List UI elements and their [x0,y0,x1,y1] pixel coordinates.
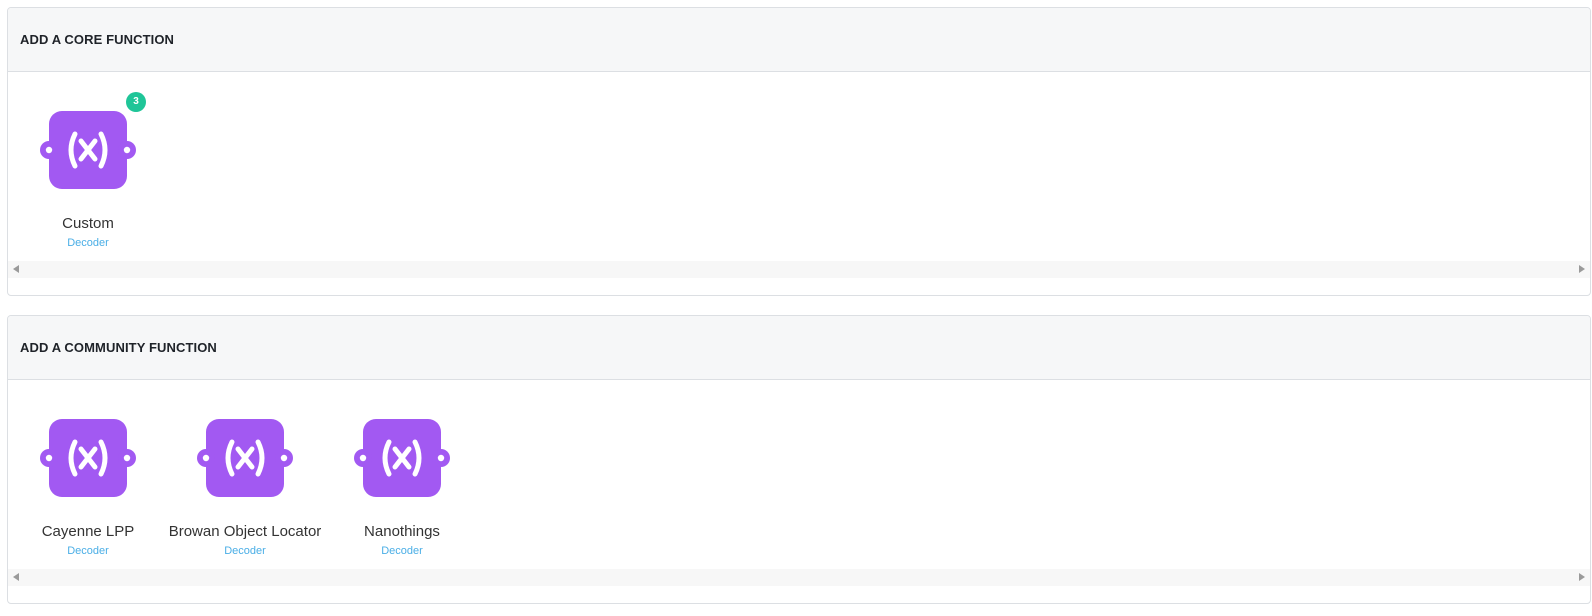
function-name: Custom [62,215,114,232]
horizontal-scrollbar[interactable] [8,569,1590,586]
community-function-panel: ADD A COMMUNITY FUNCTION Cayenne LPP Dec… [7,315,1591,604]
function-x-icon[interactable] [197,418,293,498]
function-name: Browan Object Locator [168,523,322,540]
scroll-left-arrow-icon[interactable] [13,265,19,273]
function-x-icon[interactable] [354,418,450,498]
core-function-header: ADD A CORE FUNCTION [8,8,1590,72]
community-function-header: ADD A COMMUNITY FUNCTION [8,316,1590,380]
core-function-list: 3 Custom Decoder [8,72,1590,278]
function-tile-browan-object-locator[interactable]: Browan Object Locator Decoder [165,418,325,557]
function-name: Cayenne LPP [41,523,135,540]
scroll-left-arrow-icon[interactable] [13,573,19,581]
horizontal-scrollbar[interactable] [8,261,1590,278]
function-type-label: Decoder [224,545,266,557]
function-tile-cayenne-lpp[interactable]: Cayenne LPP Decoder [8,418,168,557]
community-function-title: ADD A COMMUNITY FUNCTION [20,340,217,355]
function-type-label: Decoder [67,237,109,249]
function-x-icon[interactable] [40,418,136,498]
function-tile-nanothings[interactable]: Nanothings Decoder [322,418,482,557]
function-name: Nanothings [364,523,440,540]
count-badge: 3 [126,92,146,112]
community-function-list: Cayenne LPP Decoder Browan Object Locato… [8,380,1590,586]
scroll-right-arrow-icon[interactable] [1579,265,1585,273]
function-x-icon[interactable]: 3 [40,92,146,190]
function-type-label: Decoder [67,545,109,557]
function-tile-custom[interactable]: 3 Custom Decoder [8,92,168,249]
scroll-right-arrow-icon[interactable] [1579,573,1585,581]
function-type-label: Decoder [381,545,423,557]
core-function-panel: ADD A CORE FUNCTION 3 Custom Decoder [7,7,1591,296]
core-function-title: ADD A CORE FUNCTION [20,32,175,47]
